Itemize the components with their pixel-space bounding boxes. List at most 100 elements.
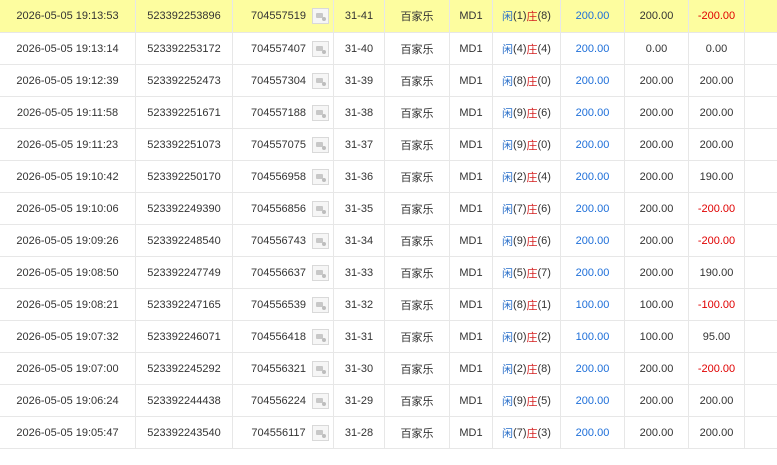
extra-cell (745, 385, 777, 416)
table-row[interactable]: 2026-05-05 19:05:47 523392243540 7045561… (0, 417, 777, 449)
replay-record-icon[interactable] (312, 232, 330, 249)
extra-cell (745, 0, 777, 32)
replay-record-icon[interactable] (312, 168, 330, 185)
game-number: 704556418 (250, 330, 307, 343)
game-number-cell: 704556958 (233, 161, 334, 192)
table-row[interactable]: 2026-05-05 19:13:14 523392253172 7045574… (0, 33, 777, 65)
table-row[interactable]: 2026-05-05 19:11:58 523392251671 7045571… (0, 97, 777, 129)
player-score: (1) (513, 10, 527, 22)
player-score: (2) (513, 362, 527, 375)
table-row[interactable]: 2026-05-05 19:10:06 523392249390 7045568… (0, 193, 777, 225)
game-number: 704556224 (250, 394, 307, 407)
player-score: (9) (513, 234, 527, 247)
banker-score: (1) (537, 298, 551, 311)
extra-cell (745, 257, 777, 288)
table-code-cell: MD1 (450, 321, 493, 352)
game-type-cell: 百家乐 (385, 97, 450, 128)
game-type-cell: 百家乐 (385, 33, 450, 64)
player-label: 闲 (502, 139, 514, 152)
game-number: 704557075 (250, 138, 307, 151)
table-row[interactable]: 2026-05-05 19:08:21 523392247165 7045565… (0, 289, 777, 321)
replay-record-icon[interactable] (312, 360, 330, 377)
win-loss-cell: 200.00 (689, 417, 745, 448)
banker-score: (4) (537, 42, 551, 55)
bet-time-cell: 2026-05-05 19:07:32 (0, 321, 136, 352)
table-row[interactable]: 2026-05-05 19:07:32 523392246071 7045564… (0, 321, 777, 353)
player-score: (9) (513, 138, 527, 151)
banker-label: 庄 (526, 427, 538, 440)
table-code-cell: MD1 (450, 65, 493, 96)
extra-cell (745, 97, 777, 128)
table-row[interactable]: 2026-05-05 19:12:39 523392252473 7045573… (0, 65, 777, 97)
game-number: 704556637 (250, 266, 307, 279)
replay-record-icon[interactable] (312, 296, 330, 313)
game-type-cell: 百家乐 (385, 353, 450, 384)
replay-record-icon[interactable] (312, 264, 330, 281)
player-score: (8) (513, 74, 527, 87)
game-number: 704556321 (250, 362, 307, 375)
player-score: (2) (513, 170, 527, 183)
replay-record-icon[interactable] (312, 136, 330, 153)
table-row[interactable]: 2026-05-05 19:08:50 523392247749 7045566… (0, 257, 777, 289)
round-cell: 31-34 (334, 225, 385, 256)
round-cell: 31-39 (334, 65, 385, 96)
table-row[interactable]: 2026-05-05 19:11:23 523392251073 7045570… (0, 129, 777, 161)
bet-time-cell: 2026-05-05 19:13:53 (0, 0, 136, 32)
extra-cell (745, 193, 777, 224)
extra-cell (745, 161, 777, 192)
banker-score: (7) (537, 266, 551, 279)
win-loss-cell: -200.00 (689, 225, 745, 256)
replay-record-icon[interactable] (312, 392, 330, 409)
round-cell: 31-31 (334, 321, 385, 352)
valid-bet-cell: 100.00 (625, 289, 689, 320)
result-cell: 闲 (9) 庄 (5) (493, 385, 561, 416)
bet-time-cell: 2026-05-05 19:08:21 (0, 289, 136, 320)
bet-id-cell: 523392251671 (136, 97, 233, 128)
replay-record-icon[interactable] (312, 72, 330, 89)
banker-label: 庄 (526, 235, 538, 248)
replay-record-icon[interactable] (312, 328, 330, 345)
table-code-cell: MD1 (450, 225, 493, 256)
banker-score: (6) (537, 106, 551, 119)
table-row[interactable]: 2026-05-05 19:06:24 523392244438 7045562… (0, 385, 777, 417)
replay-record-icon[interactable] (312, 8, 330, 24)
table-row[interactable]: 2026-05-05 19:10:42 523392250170 7045569… (0, 161, 777, 193)
round-cell: 31-28 (334, 417, 385, 448)
table-row[interactable]: 2026-05-05 19:07:00 523392245292 7045563… (0, 353, 777, 385)
win-loss-cell: 190.00 (689, 257, 745, 288)
extra-cell (745, 417, 777, 448)
banker-score: (6) (537, 234, 551, 247)
bet-id-cell: 523392251073 (136, 129, 233, 160)
game-number-cell: 704557075 (233, 129, 334, 160)
result-cell: 闲 (7) 庄 (6) (493, 193, 561, 224)
player-label: 闲 (502, 11, 514, 23)
round-cell: 31-30 (334, 353, 385, 384)
table-row[interactable]: 2026-05-05 19:13:53 523392253896 7045575… (0, 0, 777, 33)
replay-record-icon[interactable] (311, 424, 329, 441)
table-code-cell: MD1 (450, 0, 493, 32)
replay-record-icon[interactable] (312, 104, 330, 121)
extra-cell (745, 33, 777, 64)
replay-record-icon[interactable] (312, 200, 330, 217)
result-cell: 闲 (4) 庄 (4) (493, 33, 561, 64)
result-cell: 闲 (9) 庄 (6) (493, 225, 561, 256)
bet-id-cell: 523392253896 (136, 0, 233, 32)
win-loss-cell: 95.00 (689, 321, 745, 352)
game-number-cell: 704557407 (233, 33, 334, 64)
result-cell: 闲 (9) 庄 (0) (493, 129, 561, 160)
player-label: 闲 (502, 395, 514, 408)
game-number-cell: 704557304 (233, 65, 334, 96)
replay-record-icon[interactable] (312, 40, 330, 57)
player-label: 闲 (502, 267, 514, 280)
bet-id-cell: 523392248540 (136, 225, 233, 256)
player-score: (8) (513, 298, 527, 311)
bet-id-cell: 523392243540 (136, 417, 233, 448)
banker-score: (0) (537, 138, 551, 151)
table-code-cell: MD1 (450, 257, 493, 288)
bet-id-cell: 523392246071 (136, 321, 233, 352)
game-type-cell: 百家乐 (385, 321, 450, 352)
table-row[interactable]: 2026-05-05 19:09:26 523392248540 7045567… (0, 225, 777, 257)
player-label: 闲 (502, 171, 514, 184)
game-number: 704556743 (250, 234, 307, 247)
result-cell: 闲 (8) 庄 (0) (493, 65, 561, 96)
